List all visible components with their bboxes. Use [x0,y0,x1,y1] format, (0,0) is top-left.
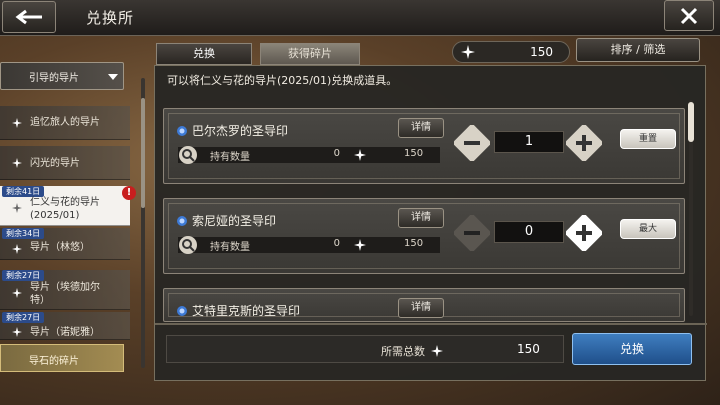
panel-description: 可以将仁义与花的导片(2025/01)兑换成道具。 [167,74,398,87]
item-card: 艾特里克斯的圣导印 详情 [163,288,685,322]
plus-icon[interactable] [566,125,602,161]
sidebar-bottom-label: 导石的碎片 [29,356,79,367]
sidebar-item-label: 导片（埃德加尔特） [30,282,100,306]
sidebar-item-label: 导片（林悠） [30,242,90,253]
sidebar-item[interactable]: 追忆旅人的导片 [0,106,130,140]
sparkle-icon [461,45,475,59]
total-bar: 所需总数 150 [166,335,564,363]
sidebar-category-dropdown[interactable]: 引导的导片 [0,62,124,90]
sidebar-item-label: 仁义与花的导片(2025/01) [30,197,100,221]
sidebar-item[interactable]: 闪光的导片 [0,146,130,180]
detail-button[interactable]: 详情 [398,208,444,228]
remaining-days-tag: 剩余27日 [2,270,45,281]
sidebar-scrollbar[interactable] [141,78,145,368]
remaining-days-tag: 剩余27日 [2,312,45,323]
sparkle-icon [12,158,22,168]
scroll-thumb[interactable] [141,98,145,208]
remaining-days-tag: 剩余34日 [2,228,45,239]
hold-value: 0 [333,148,340,159]
sparkle-icon [12,288,22,298]
sidebar: 引导的导片 追忆旅人的导片 闪光的导片 剩余41日 仁义与花的导片(2025/0… [0,36,148,405]
seal-icon [177,126,187,136]
sort-filter-button[interactable]: 排序 / 筛选 [576,38,700,62]
sparkle-icon [354,149,366,161]
currency-value: 150 [530,45,553,59]
max-button[interactable]: 最大 [620,219,676,239]
sparkle-icon [431,345,443,357]
item-card: 索尼娅的圣导印 详情 持有数量 0 150 0 最大 [163,198,685,274]
page-title: 兑换所 [86,9,135,27]
magnifier-icon [179,236,197,254]
sparkle-icon [12,244,22,254]
total-value: 150 [517,342,540,356]
total-label: 所需总数 [381,345,425,358]
plus-icon[interactable] [566,215,602,251]
sidebar-item-active[interactable]: 剩余41日 仁义与花的导片(2025/01) ! [0,186,136,226]
currency-display: 150 [452,41,570,63]
sidebar-item[interactable]: 剩余34日 导片（林悠） [0,228,130,260]
back-arrow-icon [15,9,42,25]
detail-button[interactable]: 详情 [398,118,444,138]
sidebar-item[interactable]: 剩余27日 导片（诺妮雅） [0,312,130,340]
reset-button[interactable]: 重置 [620,129,676,149]
sidebar-item-label: 闪光的导片 [30,158,80,169]
cost-value: 150 [404,238,424,249]
sparkle-icon [12,203,22,213]
hold-value: 0 [333,238,340,249]
sidebar-bottom-category[interactable]: 导石的碎片 [0,344,124,372]
minus-icon[interactable] [454,125,490,161]
sparkle-icon [12,327,22,337]
item-card: 巴尔杰罗的圣导印 详情 持有数量 0 150 1 重置 [163,108,685,184]
exchange-button[interactable]: 兑换 [572,333,692,365]
quantity-value[interactable]: 1 [494,131,564,153]
sidebar-item[interactable]: 剩余27日 导片（埃德加尔特） [0,270,130,310]
close-button[interactable] [664,0,714,31]
hold-label: 持有数量 [210,152,250,163]
minus-icon[interactable] [454,215,490,251]
close-icon [680,7,698,24]
item-name: 索尼娅的圣导印 [192,214,277,228]
panel-scrollbar[interactable] [687,100,695,316]
hold-label: 持有数量 [210,242,250,253]
quantity-value[interactable]: 0 [494,221,564,243]
sidebar-category-label: 引导的导片 [29,73,79,84]
sidebar-item-label: 追忆旅人的导片 [30,117,100,128]
seal-icon [177,216,187,226]
magnifier-icon [179,146,197,164]
divider [155,323,707,325]
alert-icon: ! [122,186,136,200]
tab-get-fragments[interactable]: 获得碎片 [260,43,360,65]
item-name: 艾特里克斯的圣导印 [192,304,301,318]
scroll-thumb[interactable] [688,102,694,142]
chevron-down-icon [108,74,118,80]
cost-value: 150 [404,148,424,159]
tab-exchange[interactable]: 兑换 [156,43,252,65]
back-button[interactable] [2,1,56,33]
sparkle-icon [354,239,366,251]
detail-button[interactable]: 详情 [398,298,444,318]
seal-icon [177,306,187,316]
sidebar-item-label: 导片（诺妮雅） [30,327,100,338]
top-bar: 兑换所 [0,0,720,36]
item-name: 巴尔杰罗的圣导印 [192,124,289,138]
sparkle-icon [12,118,22,128]
